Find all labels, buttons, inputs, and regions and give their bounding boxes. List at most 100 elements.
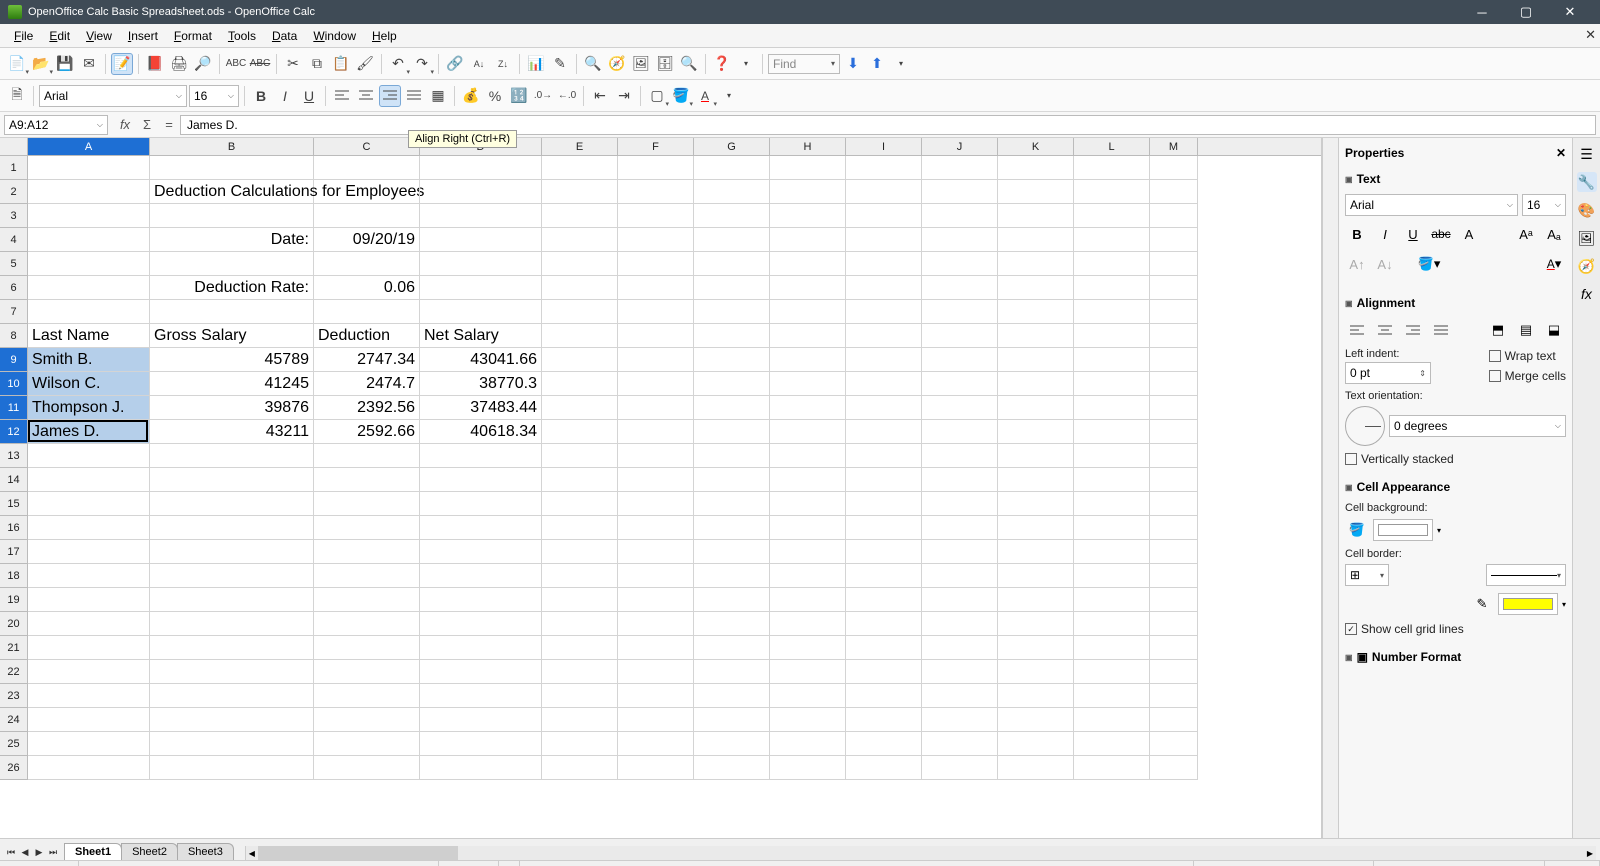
cell-D20[interactable] <box>420 612 542 636</box>
col-header-L[interactable]: L <box>1074 138 1150 155</box>
cell-G25[interactable] <box>694 732 770 756</box>
cell-E13[interactable] <box>542 444 618 468</box>
increase-indent-button[interactable]: ⇥ <box>613 85 635 107</box>
cell-C11[interactable]: 2392.56 <box>314 396 420 420</box>
cell-I19[interactable] <box>846 588 922 612</box>
borders-button[interactable]: ▢ <box>646 85 668 107</box>
cell-C18[interactable] <box>314 564 420 588</box>
cell-H13[interactable] <box>770 444 846 468</box>
cell-K14[interactable] <box>998 468 1074 492</box>
cell-H18[interactable] <box>770 564 846 588</box>
col-header-I[interactable]: I <box>846 138 922 155</box>
cell-F1[interactable] <box>618 156 694 180</box>
cut-button[interactable]: ✂ <box>282 53 304 75</box>
cell-C24[interactable] <box>314 708 420 732</box>
cell-A24[interactable] <box>28 708 150 732</box>
cell-B5[interactable] <box>150 252 314 276</box>
function-button[interactable]: = <box>158 115 180 135</box>
cell-E19[interactable] <box>542 588 618 612</box>
col-header-H[interactable]: H <box>770 138 846 155</box>
cell-D23[interactable] <box>420 684 542 708</box>
panel-strikethrough-button[interactable]: abc <box>1429 222 1453 246</box>
cell-F17[interactable] <box>618 540 694 564</box>
panel-valign-bottom[interactable]: ⬓ <box>1542 318 1566 342</box>
cell-G8[interactable] <box>694 324 770 348</box>
cell-M11[interactable] <box>1150 396 1198 420</box>
orientation-value-select[interactable]: 0 degrees⌵ <box>1389 415 1566 437</box>
cell-D3[interactable] <box>420 204 542 228</box>
cell-F3[interactable] <box>618 204 694 228</box>
cell-G10[interactable] <box>694 372 770 396</box>
cell-B15[interactable] <box>150 492 314 516</box>
cell-J21[interactable] <box>922 636 998 660</box>
tab-next-button[interactable]: ▶ <box>32 844 46 860</box>
cell-K24[interactable] <box>998 708 1074 732</box>
cell-J3[interactable] <box>922 204 998 228</box>
cell-E3[interactable] <box>542 204 618 228</box>
cell-K7[interactable] <box>998 300 1074 324</box>
cell-A15[interactable] <box>28 492 150 516</box>
row-header-17[interactable]: 17 <box>0 540 28 564</box>
cell-K22[interactable] <box>998 660 1074 684</box>
cell-L16[interactable] <box>1074 516 1150 540</box>
undo-button[interactable]: ↶ <box>387 53 409 75</box>
align-left-button[interactable] <box>331 85 353 107</box>
cell-J25[interactable] <box>922 732 998 756</box>
cell-C3[interactable] <box>314 204 420 228</box>
print-preview-button[interactable]: 🔎 <box>192 53 214 75</box>
cell-J18[interactable] <box>922 564 998 588</box>
cell-J19[interactable] <box>922 588 998 612</box>
name-box[interactable]: A9:A12 ⌵ <box>4 115 108 135</box>
panel-font-color-button[interactable]: A▾ <box>1542 252 1566 276</box>
format-paintbrush-button[interactable]: 🖌 <box>354 53 376 75</box>
cell-I18[interactable] <box>846 564 922 588</box>
cell-L15[interactable] <box>1074 492 1150 516</box>
cell-M20[interactable] <box>1150 612 1198 636</box>
cell-D16[interactable] <box>420 516 542 540</box>
cell-E18[interactable] <box>542 564 618 588</box>
cell-L14[interactable] <box>1074 468 1150 492</box>
cell-I6[interactable] <box>846 276 922 300</box>
cell-D21[interactable] <box>420 636 542 660</box>
cell-A3[interactable] <box>28 204 150 228</box>
find-next-button[interactable]: ⬇ <box>842 53 864 75</box>
cell-K4[interactable] <box>998 228 1074 252</box>
cell-I12[interactable] <box>846 420 922 444</box>
text-section-header[interactable]: Text <box>1343 168 1568 190</box>
row-header-9[interactable]: 9 <box>0 348 28 372</box>
currency-button[interactable]: 💰 <box>460 85 482 107</box>
cell-E15[interactable] <box>542 492 618 516</box>
find-replace-button[interactable]: 🔍 <box>582 53 604 75</box>
styles-button[interactable]: 🗎 <box>6 85 28 107</box>
cell-G2[interactable] <box>694 180 770 204</box>
cell-L10[interactable] <box>1074 372 1150 396</box>
cell-F25[interactable] <box>618 732 694 756</box>
wrap-text-checkbox[interactable] <box>1489 350 1501 362</box>
cell-K5[interactable] <box>998 252 1074 276</box>
cell-G14[interactable] <box>694 468 770 492</box>
cell-J14[interactable] <box>922 468 998 492</box>
row-header-21[interactable]: 21 <box>0 636 28 660</box>
cell-G23[interactable] <box>694 684 770 708</box>
cell-I5[interactable] <box>846 252 922 276</box>
cell-J20[interactable] <box>922 612 998 636</box>
cell-C21[interactable] <box>314 636 420 660</box>
col-header-M[interactable]: M <box>1150 138 1198 155</box>
gallery-rail-button[interactable]: 🖼 <box>1577 228 1597 248</box>
row-header-18[interactable]: 18 <box>0 564 28 588</box>
cell-A23[interactable] <box>28 684 150 708</box>
row-header-8[interactable]: 8 <box>0 324 28 348</box>
cell-L4[interactable] <box>1074 228 1150 252</box>
cell-E4[interactable] <box>542 228 618 252</box>
cell-K11[interactable] <box>998 396 1074 420</box>
cell-H7[interactable] <box>770 300 846 324</box>
cell-I22[interactable] <box>846 660 922 684</box>
cell-E1[interactable] <box>542 156 618 180</box>
cell-B11[interactable]: 39876 <box>150 396 314 420</box>
cell-C17[interactable] <box>314 540 420 564</box>
row-header-11[interactable]: 11 <box>0 396 28 420</box>
cell-J11[interactable] <box>922 396 998 420</box>
select-all-corner[interactable] <box>0 138 28 155</box>
cell-M7[interactable] <box>1150 300 1198 324</box>
cell-A25[interactable] <box>28 732 150 756</box>
